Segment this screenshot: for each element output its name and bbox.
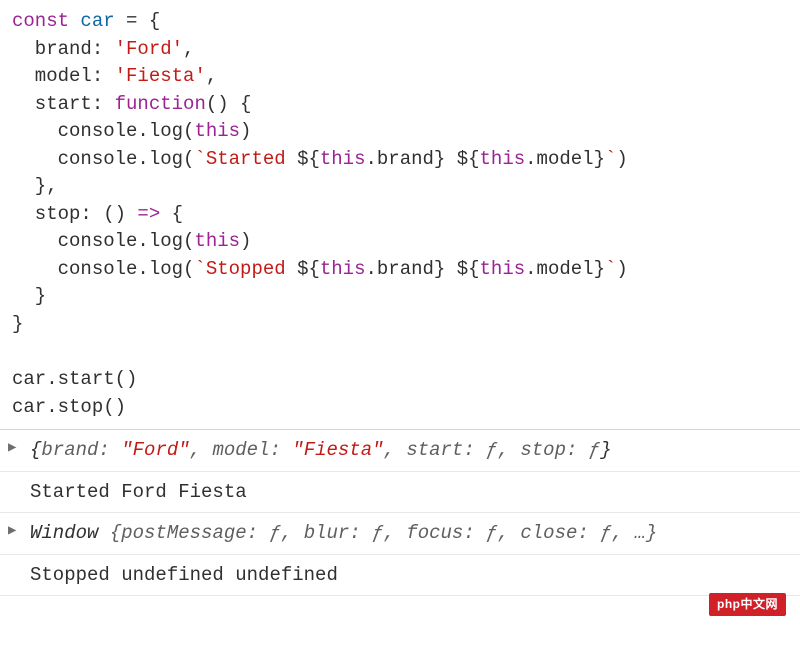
do3: ${ (297, 258, 320, 280)
obj-close: } (600, 439, 611, 461)
close-start: }, (12, 175, 58, 197)
str-fiesta: 'Fiesta' (115, 65, 206, 87)
win-name: Window (30, 522, 110, 544)
sep2: , (384, 439, 407, 461)
v-focus: ƒ (486, 522, 497, 544)
started-text: Started Ford Fiesta (30, 481, 247, 503)
v-stop: ƒ (589, 439, 600, 461)
console-log1: console.log( (12, 120, 194, 142)
keyword-const: const (12, 10, 69, 32)
console-log4: console.log( (12, 258, 194, 280)
cb2: } (594, 148, 605, 170)
sp2 (445, 258, 456, 280)
prop-model: model: (12, 65, 115, 87)
cp4: ) (616, 258, 627, 280)
console-obj-car[interactable]: {brand: "Ford", model: "Fiesta", start: … (0, 430, 800, 472)
do1: ${ (297, 148, 320, 170)
var-car: car (80, 10, 114, 32)
v-start: ƒ (486, 439, 497, 461)
eq-open: = { (115, 10, 161, 32)
k-start: start: (406, 439, 486, 461)
k-brand: brand: (41, 439, 121, 461)
close-stop: } (12, 285, 46, 307)
v-blur: ƒ (372, 522, 383, 544)
prop-brand: brand: (12, 38, 115, 60)
sep3: , (498, 439, 521, 461)
stopped-text: Stopped undefined undefined (30, 564, 338, 586)
watermark-logo: php中文网 (709, 593, 786, 616)
wsep2: , (384, 522, 407, 544)
console-stopped: Stopped undefined undefined (0, 555, 800, 597)
wsep3: , (498, 522, 521, 544)
k-stop: stop: (520, 439, 588, 461)
console-log3: console.log( (12, 230, 194, 252)
v-close: ƒ (600, 522, 611, 544)
comma: , (183, 38, 194, 60)
console-output: {brand: "Ford", model: "Fiesta", start: … (0, 429, 800, 596)
do4: ${ (457, 258, 480, 280)
obj-close: } (12, 313, 23, 335)
tb2: .brand (365, 258, 433, 280)
v-brand: "Ford" (121, 439, 189, 461)
keyword-function: function (115, 93, 206, 115)
call-start: car.start() (12, 368, 137, 390)
cp3: ) (240, 230, 251, 252)
call-stop: car.stop() (12, 396, 126, 418)
this4: this (194, 230, 240, 252)
cb4: } (594, 258, 605, 280)
arrow-open: { (160, 203, 183, 225)
cp2: ) (616, 148, 627, 170)
fn-paren: () { (206, 93, 252, 115)
this1: this (194, 120, 240, 142)
wsep1: , (281, 522, 304, 544)
k-blur: blur: (304, 522, 372, 544)
this5: this (320, 258, 366, 280)
str-ford: 'Ford' (115, 38, 183, 60)
console-log2: console.log( (12, 148, 194, 170)
arrow: => (137, 203, 160, 225)
console-window[interactable]: Window {postMessage: ƒ, blur: ƒ, focus: … (0, 513, 800, 555)
comma2: , (206, 65, 217, 87)
str-started-a: `Started (194, 148, 297, 170)
cp1: ) (240, 120, 251, 142)
tc2: ` (605, 258, 616, 280)
str-stopped-a: `Stopped (194, 258, 297, 280)
tm1: .model (525, 148, 593, 170)
sep1: , (190, 439, 213, 461)
prop-stop: stop: () (12, 203, 137, 225)
k-pm: postMessage: (121, 522, 269, 544)
obj-open: { (30, 439, 41, 461)
tm2: .model (525, 258, 593, 280)
code-snippet: const car = { brand: 'Ford', model: 'Fie… (0, 0, 800, 429)
cb3: } (434, 258, 445, 280)
this3: this (480, 148, 526, 170)
win-trail: , …} (612, 522, 658, 544)
tb1: .brand (365, 148, 433, 170)
this2: this (320, 148, 366, 170)
cb1: } (434, 148, 445, 170)
win-open: { (110, 522, 121, 544)
k-model: model: (212, 439, 292, 461)
this6: this (480, 258, 526, 280)
sp1 (445, 148, 456, 170)
k-focus: focus: (406, 522, 486, 544)
v-model: "Fiesta" (292, 439, 383, 461)
tc1: ` (605, 148, 616, 170)
console-started: Started Ford Fiesta (0, 472, 800, 514)
k-close: close: (520, 522, 600, 544)
do2: ${ (457, 148, 480, 170)
prop-start: start: (12, 93, 115, 115)
v-pm: ƒ (269, 522, 280, 544)
